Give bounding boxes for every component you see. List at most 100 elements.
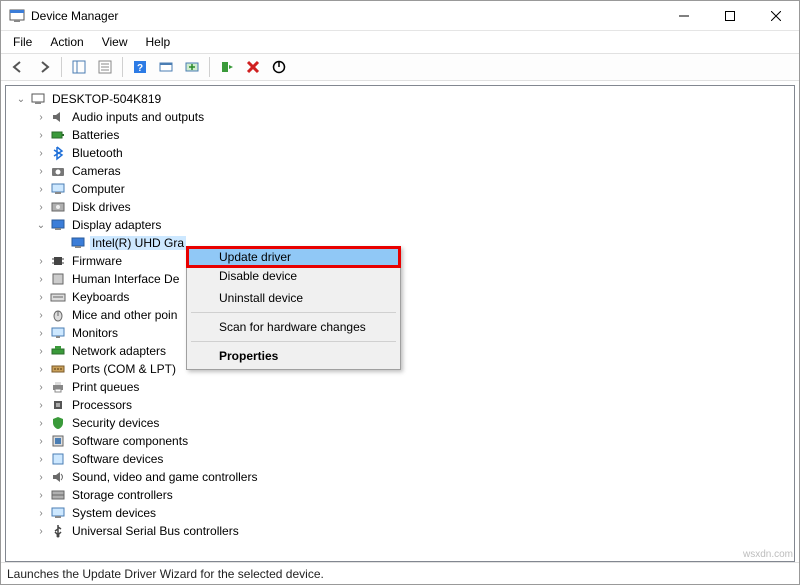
expand-icon[interactable]: › [34,526,48,537]
tree-label: Universal Serial Bus controllers [70,524,241,538]
display-icon [50,217,66,233]
tree-label: Firmware [70,254,124,268]
ctx-scan[interactable]: Scan for hardware changes [189,316,398,338]
expand-icon[interactable]: › [34,184,48,195]
bluetooth-icon [50,145,66,161]
update-driver-button[interactable] [181,56,203,78]
component-icon [50,433,66,449]
expand-icon[interactable]: › [34,166,48,177]
enable-device-button[interactable] [216,56,238,78]
ctx-update-driver[interactable]: Update driver [186,246,401,268]
tree-item-sw-devices[interactable]: ›Software devices [6,450,794,468]
tree-item-audio[interactable]: ›Audio inputs and outputs [6,108,794,126]
expand-icon[interactable]: › [34,292,48,303]
expand-icon[interactable]: › [34,112,48,123]
menu-action[interactable]: Action [42,33,91,51]
ctx-separator [191,341,396,342]
show-hide-tree-button[interactable] [68,56,90,78]
expand-icon[interactable]: › [34,364,48,375]
printer-icon [50,379,66,395]
titlebar: Device Manager [1,1,799,31]
battery-icon [50,127,66,143]
expand-icon[interactable]: › [34,274,48,285]
help-button[interactable]: ? [129,56,151,78]
scan-button[interactable] [155,56,177,78]
tree-item-usb[interactable]: › Universal Serial Bus controllers [6,522,794,540]
forward-button[interactable] [33,56,55,78]
pc-icon [50,181,66,197]
tree-label: Network adapters [70,344,168,358]
tree-item-batteries[interactable]: ›Batteries [6,126,794,144]
ctx-uninstall-device[interactable]: Uninstall device [189,287,398,309]
minimize-button[interactable] [661,1,707,31]
back-button[interactable] [7,56,29,78]
expand-icon[interactable]: › [34,202,48,213]
expand-icon[interactable]: › [34,418,48,429]
expand-icon[interactable]: › [34,310,48,321]
toolbar-separator [122,57,123,77]
uninstall-device-button[interactable] [242,56,264,78]
tree-item-computer[interactable]: ›Computer [6,180,794,198]
expand-icon[interactable]: › [34,400,48,411]
collapse-icon[interactable]: ⌄ [34,220,48,231]
expand-icon[interactable]: › [34,346,48,357]
expand-icon[interactable]: › [34,148,48,159]
tree-label: Security devices [70,416,161,430]
speaker-icon [50,109,66,125]
expand-icon[interactable]: › [34,130,48,141]
ctx-properties[interactable]: Properties [189,345,398,367]
tree-item-system[interactable]: ›System devices [6,504,794,522]
properties-button[interactable] [94,56,116,78]
tree-label: Sound, video and game controllers [70,470,259,484]
tree-item-security[interactable]: › Security devices [6,414,794,432]
context-menu: Update driver Disable device Uninstall d… [186,246,401,370]
ctx-disable-device[interactable]: Disable device [189,265,398,287]
tree-item-cameras[interactable]: › Cameras [6,162,794,180]
camera-icon [50,163,66,179]
tree-label: Human Interface De [70,272,181,286]
device-manager-window: Device Manager File Action View Help ? ⌄… [0,0,800,585]
tree-label: Cameras [70,164,123,178]
expand-icon[interactable]: › [34,472,48,483]
collapse-icon[interactable]: ⌄ [14,94,28,105]
ctx-label: Scan for hardware changes [219,320,366,334]
tree-item-sound[interactable]: › Sound, video and game controllers [6,468,794,486]
tree-root[interactable]: ⌄ DESKTOP-504K819 [6,90,794,108]
maximize-button[interactable] [707,1,753,31]
keyboard-icon [50,289,66,305]
tree-item-display-adapters[interactable]: ⌄ Display adapters [6,216,794,234]
tree-item-processors[interactable]: › Processors [6,396,794,414]
expand-icon[interactable]: › [34,508,48,519]
expand-icon[interactable]: › [34,256,48,267]
expand-icon[interactable]: › [34,454,48,465]
expand-icon[interactable]: › [34,382,48,393]
usb-icon [50,523,66,539]
tree-label: Keyboards [70,290,131,304]
disable-device-button[interactable] [268,56,290,78]
tree-label: Storage controllers [70,488,175,502]
tree-label: Disk drives [70,200,133,214]
tree-label: Software components [70,434,190,448]
tree-label: Processors [70,398,134,412]
menu-help[interactable]: Help [138,33,179,51]
tree-item-disk[interactable]: › Disk drives [6,198,794,216]
watermark: wsxdn.com [743,549,793,560]
menu-file[interactable]: File [5,33,40,51]
tree-item-storage[interactable]: › Storage controllers [6,486,794,504]
tree-label: Display adapters [70,218,163,232]
tree-item-sw-components[interactable]: › Software components [6,432,794,450]
expand-icon[interactable]: › [34,328,48,339]
port-icon [50,361,66,377]
ctx-label: Disable device [219,269,297,283]
close-button[interactable] [753,1,799,31]
window-title: Device Manager [31,9,118,23]
menu-view[interactable]: View [94,33,136,51]
tree-label-selected: Intel(R) UHD Gra [90,236,186,250]
tree-item-bluetooth[interactable]: ›Bluetooth [6,144,794,162]
expand-icon[interactable]: › [34,436,48,447]
tree-item-print[interactable]: › Print queues [6,378,794,396]
expand-icon[interactable]: › [34,490,48,501]
tree-label: Print queues [70,380,141,394]
status-bar: Launches the Update Driver Wizard for th… [1,562,799,584]
chip-icon [50,253,66,269]
